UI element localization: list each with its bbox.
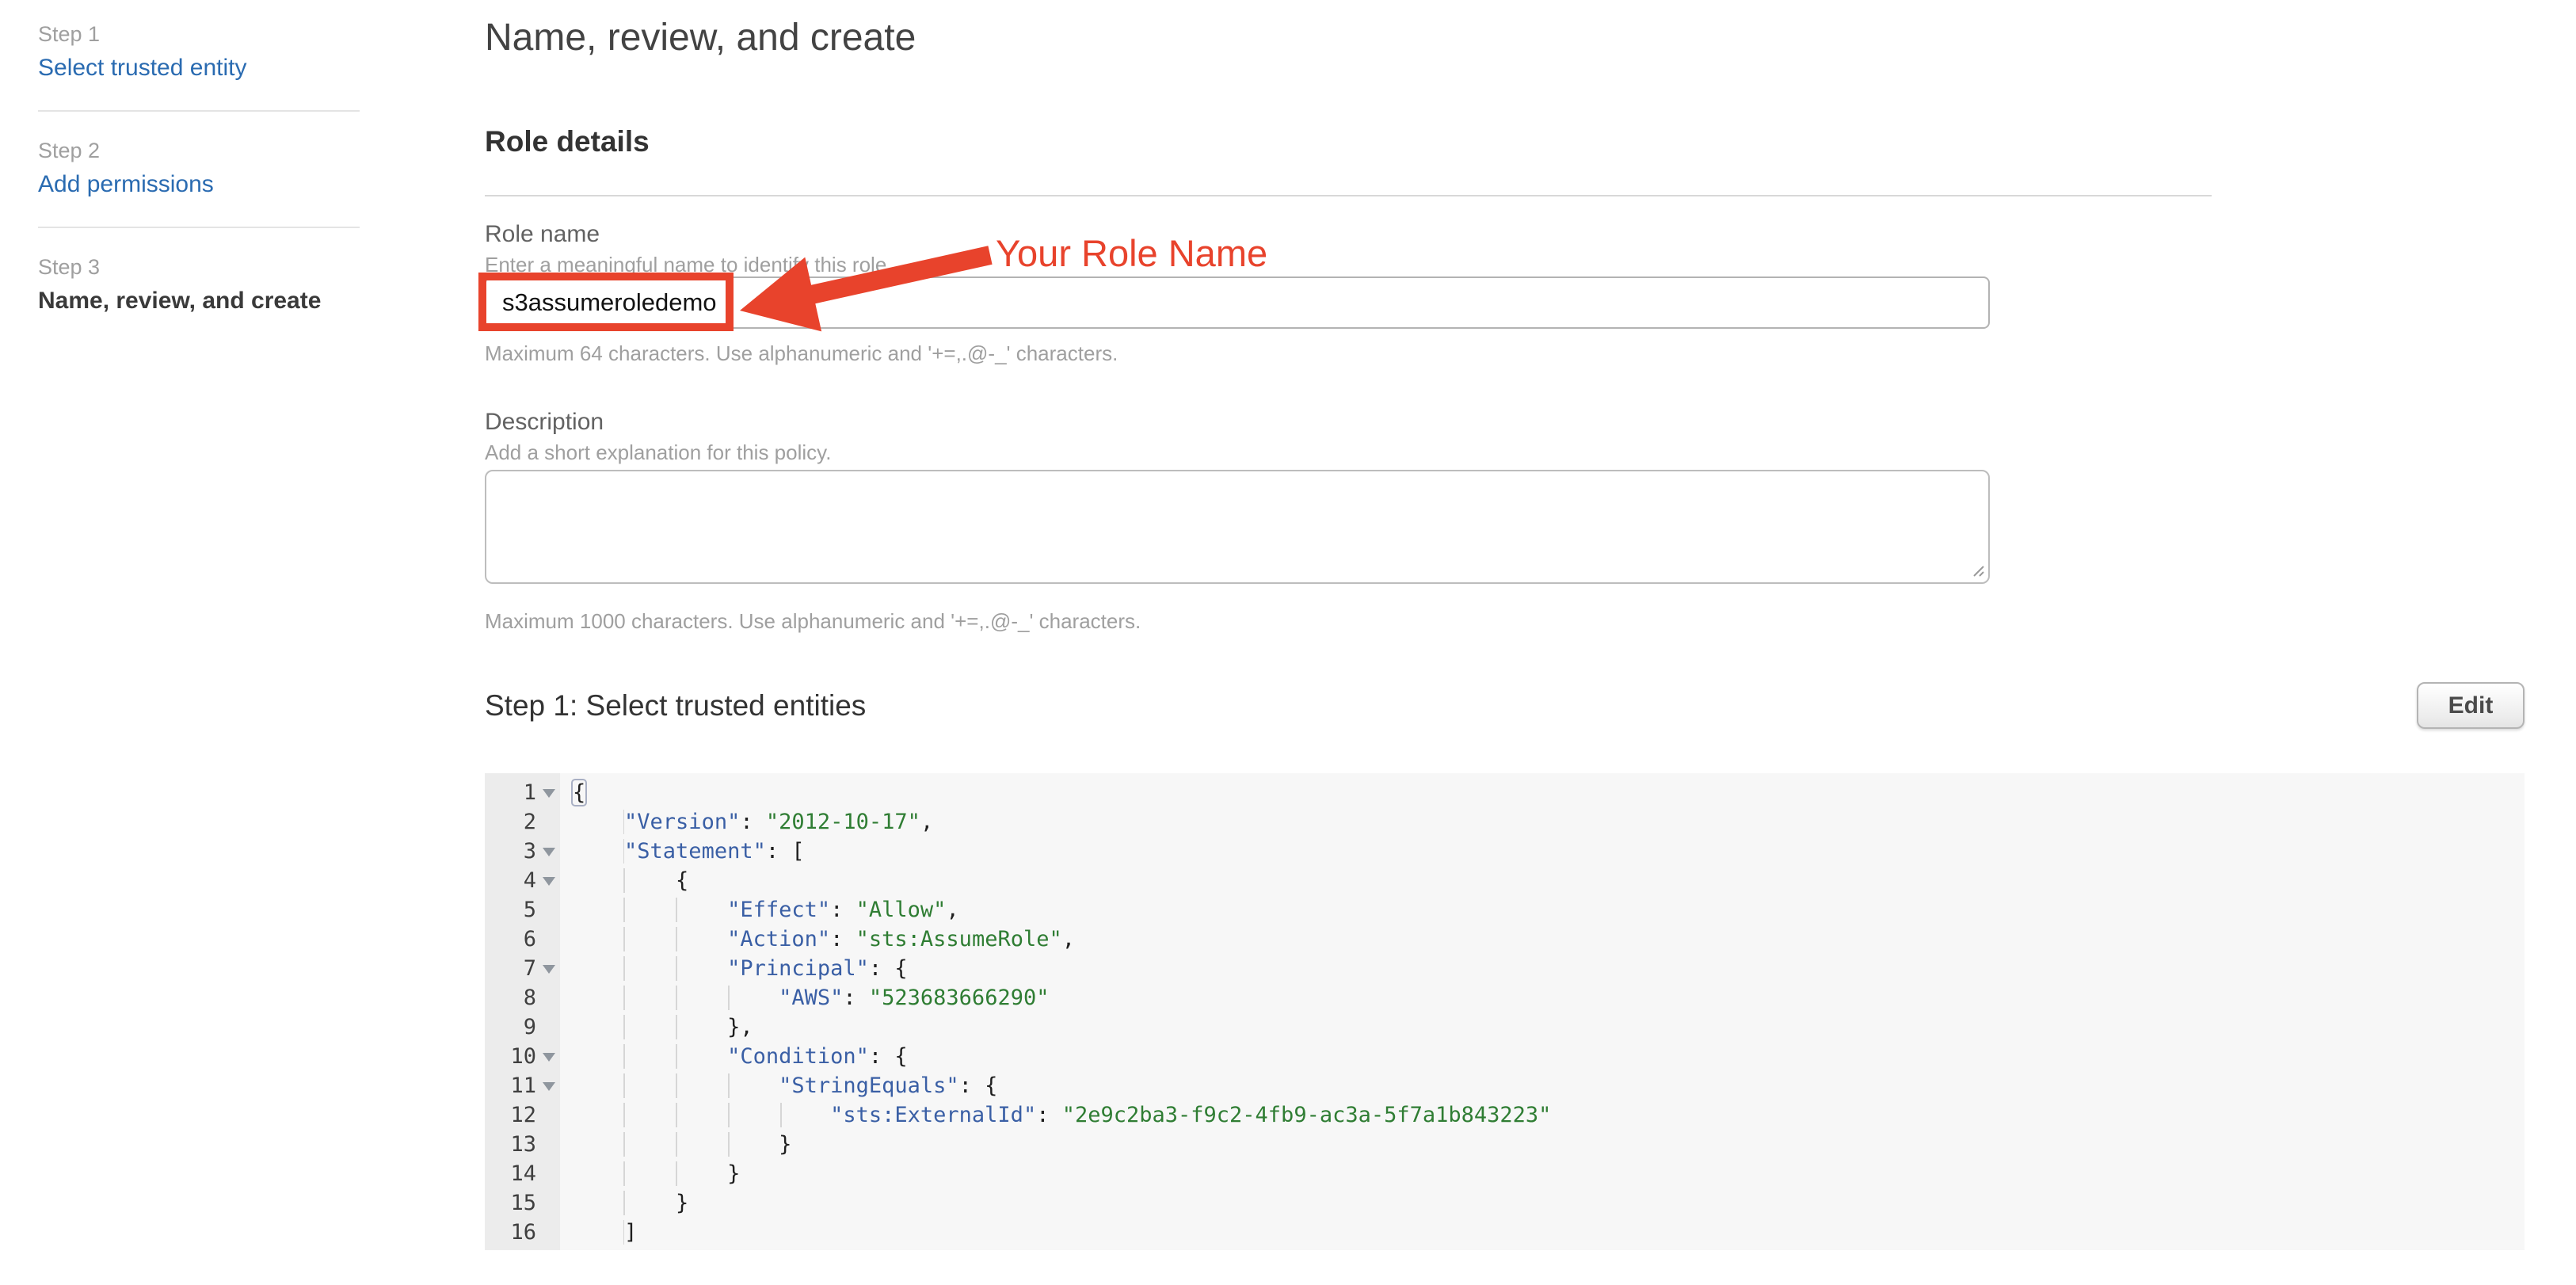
code-line: 6 "Action": "sts:AssumeRole", <box>485 925 2525 954</box>
step-number-3: Step 3 <box>38 255 360 280</box>
sidebar-divider <box>38 110 360 112</box>
description-field-wrap <box>485 470 1990 584</box>
sidebar-divider <box>38 227 360 228</box>
fold-arrow-icon[interactable] <box>543 848 555 856</box>
line-number: 15 <box>485 1188 560 1218</box>
line-number: 12 <box>485 1100 560 1130</box>
code-text: "Statement": [ <box>560 837 805 866</box>
fold-arrow-icon[interactable] <box>543 1053 555 1062</box>
code-text: } <box>560 1188 688 1218</box>
section-divider <box>485 195 2212 196</box>
line-number: 10 <box>485 1042 560 1071</box>
sidebar-item-add-permissions[interactable]: Add permissions <box>38 171 360 198</box>
code-line: 16 ] <box>485 1218 2525 1247</box>
code-line: 13 } <box>485 1130 2525 1159</box>
fold-arrow-icon[interactable] <box>543 1082 555 1091</box>
step-number-1: Step 1 <box>38 22 360 47</box>
fold-arrow-icon[interactable] <box>543 789 555 798</box>
line-number: 4 <box>485 866 560 895</box>
line-number: 5 <box>485 895 560 925</box>
code-line: 3 "Statement": [ <box>485 837 2525 866</box>
code-line: 2 "Version": "2012-10-17", <box>485 807 2525 837</box>
sidebar-item-name-review-create: Name, review, and create <box>38 288 360 315</box>
step-group-2: Step 2 Add permissions <box>38 139 360 198</box>
line-number: 11 <box>485 1071 560 1100</box>
code-text: "AWS": "523683666290" <box>560 983 1049 1012</box>
line-number: 16 <box>485 1218 560 1247</box>
line-number: 14 <box>485 1159 560 1188</box>
code-text: ] <box>560 1218 637 1247</box>
step-group-3: Step 3 Name, review, and create <box>38 255 360 315</box>
role-name-input[interactable] <box>485 276 1990 329</box>
line-number: 2 <box>485 807 560 837</box>
code-line: 11 "StringEquals": { <box>485 1071 2525 1100</box>
page-title: Name, review, and create <box>485 16 2525 60</box>
code-text: "sts:ExternalId": "2e9c2ba3-f9c2-4fb9-ac… <box>560 1100 1551 1130</box>
code-text: "Action": "sts:AssumeRole", <box>560 925 1075 954</box>
code-lines: 1{2 "Version": "2012-10-17",3 "Statement… <box>485 778 2525 1247</box>
code-line: 7 "Principal": { <box>485 954 2525 983</box>
steps-sidebar: Step 1 Select trusted entity Step 2 Add … <box>38 22 360 315</box>
line-number: 9 <box>485 1012 560 1042</box>
line-number: 6 <box>485 925 560 954</box>
code-line: 14 } <box>485 1159 2525 1188</box>
code-line: 5 "Effect": "Allow", <box>485 895 2525 925</box>
code-line: 1{ <box>485 778 2525 807</box>
code-line: 8 "AWS": "523683666290" <box>485 983 2525 1012</box>
code-text: "Principal": { <box>560 954 908 983</box>
description-label: Description <box>485 408 2525 436</box>
description-constraint: Maximum 1000 characters. Use alphanumeri… <box>485 609 2525 633</box>
description-help: Add a short explanation for this policy. <box>485 440 2525 464</box>
code-line: 12 "sts:ExternalId": "2e9c2ba3-f9c2-4fb9… <box>485 1100 2525 1130</box>
code-line: 10 "Condition": { <box>485 1042 2525 1071</box>
line-number: 13 <box>485 1130 560 1159</box>
sidebar-item-select-trusted-entity[interactable]: Select trusted entity <box>38 55 360 82</box>
line-number: 1 <box>485 778 560 807</box>
code-text: { <box>560 866 688 895</box>
main-content: Name, review, and create Role details Ro… <box>485 16 2525 1250</box>
code-text: { <box>560 778 585 807</box>
description-textarea[interactable] <box>485 470 1990 584</box>
code-text: "StringEquals": { <box>560 1071 997 1100</box>
edit-button[interactable]: Edit <box>2417 682 2525 729</box>
trusted-entities-header-row: Step 1: Select trusted entities Edit <box>485 682 2525 729</box>
role-name-constraint: Maximum 64 characters. Use alphanumeric … <box>485 341 2525 365</box>
line-number: 7 <box>485 954 560 983</box>
fold-arrow-icon[interactable] <box>543 877 555 886</box>
code-line: 4 { <box>485 866 2525 895</box>
line-number: 3 <box>485 837 560 866</box>
step-number-2: Step 2 <box>38 139 360 163</box>
step-group-1: Step 1 Select trusted entity <box>38 22 360 82</box>
role-name-help: Enter a meaningful name to identify this… <box>485 253 2525 276</box>
fold-arrow-icon[interactable] <box>543 965 555 974</box>
create-role-review-page: Step 1 Select trusted entity Step 2 Add … <box>0 0 2576 1285</box>
code-text: "Version": "2012-10-17", <box>560 807 933 837</box>
code-text: } <box>560 1159 740 1188</box>
code-line: 15 } <box>485 1188 2525 1218</box>
code-text: }, <box>560 1012 753 1042</box>
trust-policy-editor[interactable]: 1{2 "Version": "2012-10-17",3 "Statement… <box>485 773 2525 1250</box>
trusted-entities-heading: Step 1: Select trusted entities <box>485 689 866 723</box>
code-text: "Condition": { <box>560 1042 908 1071</box>
code-line: 9 }, <box>485 1012 2525 1042</box>
role-details-heading: Role details <box>485 125 2525 158</box>
line-number: 8 <box>485 983 560 1012</box>
role-name-label: Role name <box>485 220 2525 248</box>
code-text: } <box>560 1130 791 1159</box>
code-text: "Effect": "Allow", <box>560 895 959 925</box>
